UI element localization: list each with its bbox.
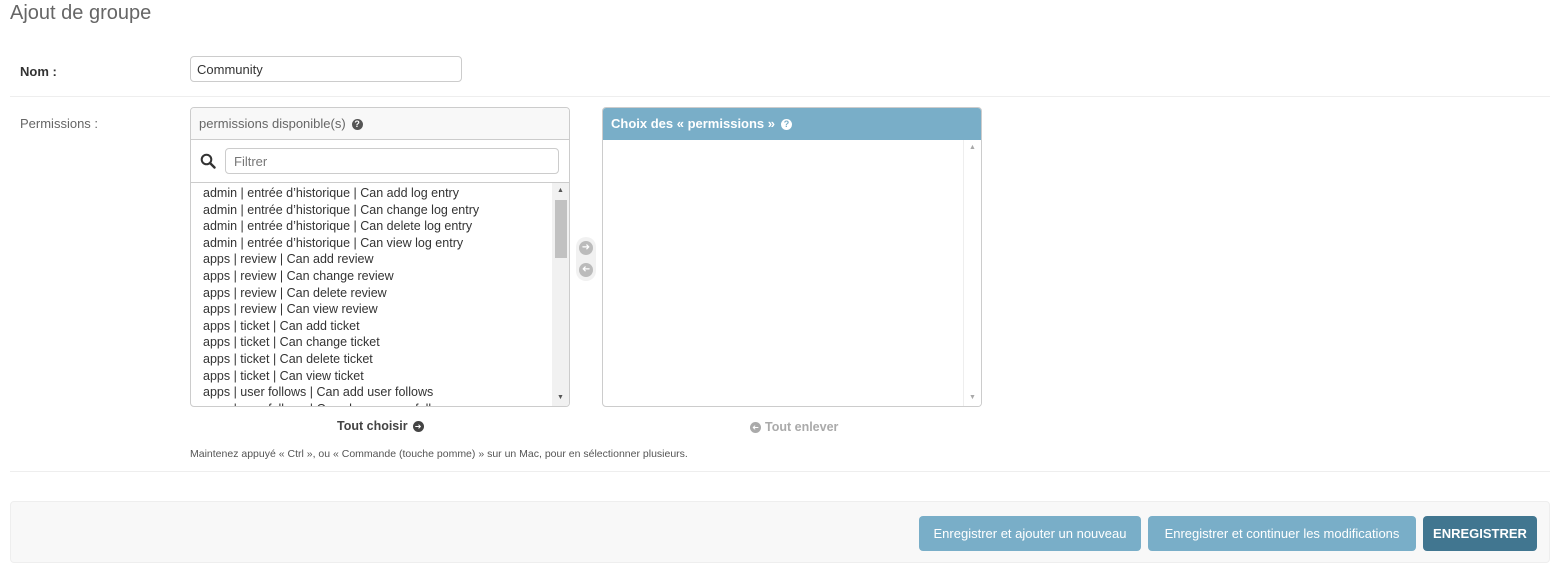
row-divider bbox=[10, 471, 1550, 472]
search-icon bbox=[200, 153, 216, 169]
remove-all-label: Tout enlever bbox=[765, 420, 839, 434]
scroll-down-icon[interactable]: ▼ bbox=[552, 392, 569, 404]
filter-row bbox=[191, 140, 569, 183]
list-item[interactable]: apps | user follows | Can change user fo… bbox=[203, 401, 552, 406]
scroll-up-icon[interactable]: ▲ bbox=[964, 142, 981, 154]
available-list-wrap: admin | entrée d’historique | Can add lo… bbox=[191, 183, 569, 406]
scroll-up-icon[interactable]: ▲ bbox=[552, 185, 569, 197]
scroll-down-icon[interactable]: ▼ bbox=[964, 392, 981, 404]
list-item[interactable]: admin | entrée d’historique | Can change… bbox=[203, 202, 552, 219]
add-arrow-icon[interactable]: ➜ bbox=[579, 241, 593, 255]
chosen-title: Choix des « permissions » bbox=[611, 116, 776, 131]
remove-all-link[interactable]: ➜ Tout enlever bbox=[750, 420, 838, 434]
list-item[interactable]: apps | review | Can add review bbox=[203, 251, 552, 268]
arrow-left-circle-icon: ➜ bbox=[750, 422, 761, 434]
available-scrollbar[interactable]: ▲ ▼ bbox=[552, 183, 569, 406]
scroll-thumb[interactable] bbox=[555, 200, 567, 258]
list-item[interactable]: admin | entrée d’historique | Can delete… bbox=[203, 218, 552, 235]
page-title: Ajout de groupe bbox=[10, 2, 152, 24]
arrow-right-circle-icon: ➜ bbox=[412, 421, 424, 433]
choose-all-link[interactable]: Tout choisir ➜ bbox=[337, 419, 424, 433]
selector-mover: ➜ ➜ bbox=[576, 237, 596, 281]
help-text: Maintenez appuyé « Ctrl », ou « Commande… bbox=[190, 448, 688, 460]
list-item[interactable]: admin | entrée d’historique | Can add lo… bbox=[203, 185, 552, 202]
list-item[interactable]: apps | ticket | Can change ticket bbox=[203, 334, 552, 351]
chosen-header: Choix des « permissions »? bbox=[603, 108, 981, 140]
chosen-list[interactable]: ▲ ▼ bbox=[603, 140, 981, 406]
remove-arrow-icon[interactable]: ➜ bbox=[579, 263, 593, 277]
available-list[interactable]: admin | entrée d’historique | Can add lo… bbox=[191, 183, 552, 406]
row-divider bbox=[10, 96, 1550, 97]
chosen-scrollbar[interactable]: ▲ ▼ bbox=[963, 140, 981, 406]
name-input[interactable] bbox=[190, 56, 462, 82]
list-item[interactable]: apps | user follows | Can add user follo… bbox=[203, 384, 552, 401]
list-item[interactable]: apps | ticket | Can view ticket bbox=[203, 368, 552, 385]
help-icon[interactable]: ? bbox=[781, 119, 793, 131]
filter-input[interactable] bbox=[225, 148, 559, 174]
list-item[interactable]: apps | ticket | Can delete ticket bbox=[203, 351, 552, 368]
list-item[interactable]: apps | review | Can view review bbox=[203, 301, 552, 318]
chosen-permissions-box: Choix des « permissions »? ▲ ▼ bbox=[602, 107, 982, 407]
list-item[interactable]: admin | entrée d’historique | Can view l… bbox=[203, 235, 552, 252]
available-permissions-box: permissions disponible(s)? admin | entré… bbox=[190, 107, 570, 407]
available-title: permissions disponible(s) bbox=[199, 116, 346, 131]
permissions-label: Permissions : bbox=[20, 116, 99, 131]
name-label: Nom : bbox=[20, 64, 57, 79]
list-item[interactable]: apps | ticket | Can add ticket bbox=[203, 318, 552, 335]
save-button[interactable]: ENREGISTRER bbox=[1423, 516, 1537, 551]
list-item[interactable]: apps | review | Can change review bbox=[203, 268, 552, 285]
save-and-continue-button[interactable]: Enregistrer et continuer les modificatio… bbox=[1148, 516, 1416, 551]
save-and-add-another-button[interactable]: Enregistrer et ajouter un nouveau bbox=[919, 516, 1141, 551]
list-item[interactable]: apps | review | Can delete review bbox=[203, 285, 552, 302]
submit-row: Enregistrer et ajouter un nouveau Enregi… bbox=[10, 501, 1550, 563]
help-icon[interactable]: ? bbox=[351, 119, 363, 131]
available-header: permissions disponible(s)? bbox=[191, 108, 569, 140]
choose-all-label: Tout choisir bbox=[337, 419, 408, 433]
